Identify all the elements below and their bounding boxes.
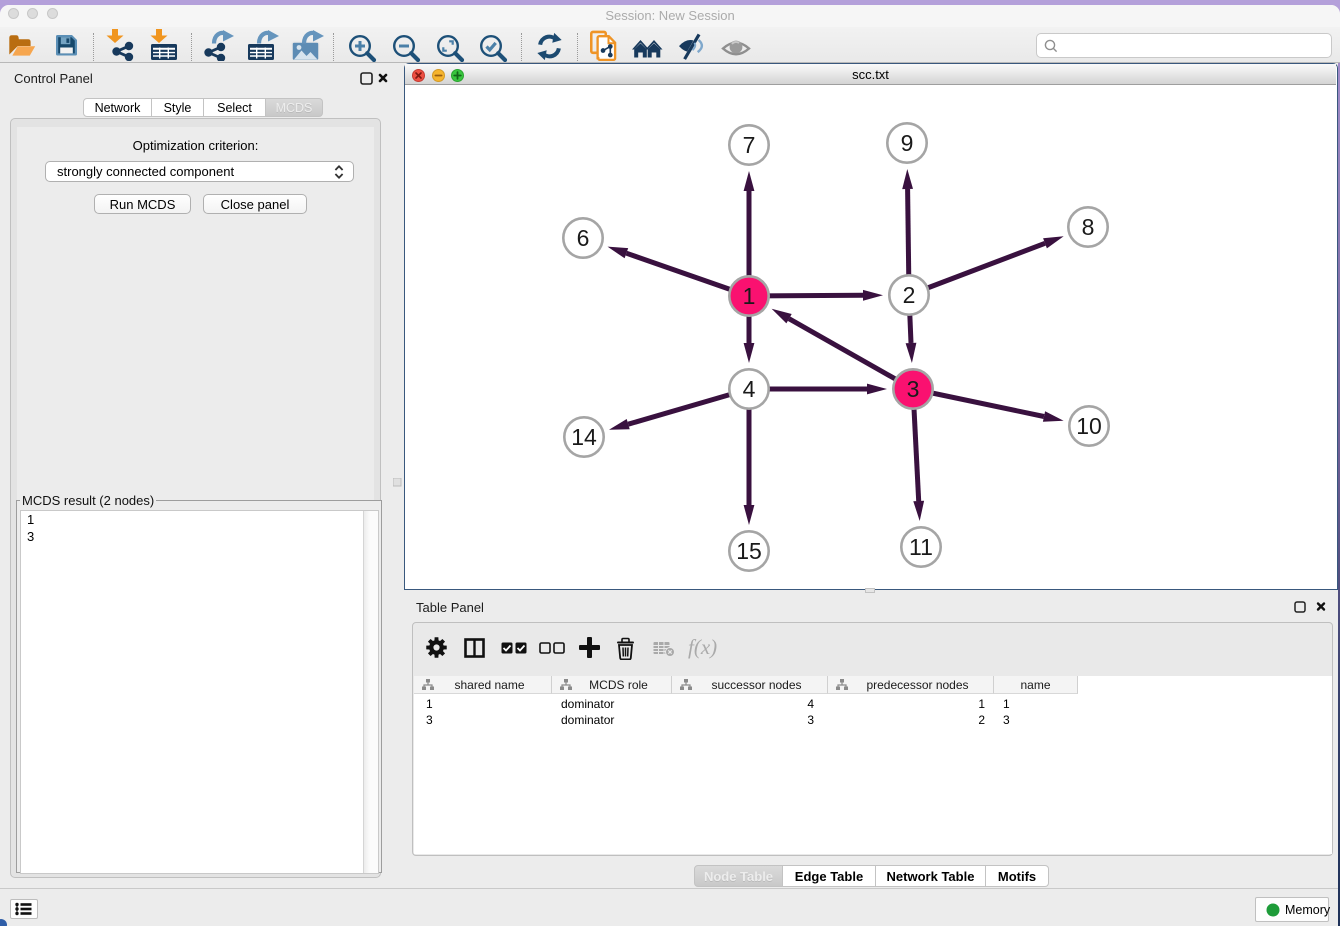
svg-text:6: 6 <box>577 225 590 251</box>
svg-text:15: 15 <box>736 538 762 564</box>
svg-text:7: 7 <box>743 132 756 158</box>
svg-text:14: 14 <box>571 424 597 450</box>
svg-text:8: 8 <box>1082 214 1095 240</box>
svg-text:2: 2 <box>903 282 916 308</box>
svg-text:10: 10 <box>1076 413 1102 439</box>
svg-text:3: 3 <box>907 376 920 402</box>
svg-text:9: 9 <box>901 130 914 156</box>
svg-text:1: 1 <box>743 283 756 309</box>
svg-text:4: 4 <box>743 376 756 402</box>
svg-text:11: 11 <box>909 534 933 560</box>
